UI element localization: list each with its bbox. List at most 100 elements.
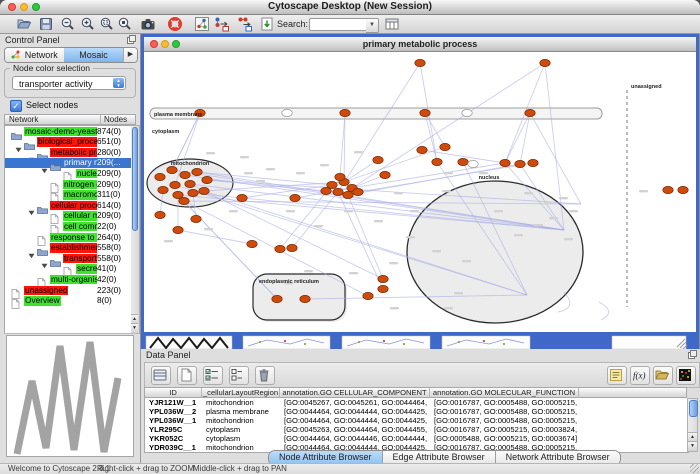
unannotated-node[interactable] <box>282 109 292 116</box>
float-panel-icon[interactable] <box>127 35 136 46</box>
layout-icon[interactable] <box>237 16 254 32</box>
import-network-icon[interactable] <box>259 16 276 32</box>
node[interactable] <box>678 186 688 193</box>
notes-icon[interactable] <box>607 366 627 385</box>
zoom-selected-icon[interactable] <box>117 16 134 32</box>
unannotated-node[interactable] <box>468 160 478 167</box>
zoom-out-icon[interactable] <box>60 16 77 32</box>
column-header[interactable]: annotation.GO CELLULAR_COMPONENT <box>280 388 430 398</box>
node[interactable] <box>192 168 202 175</box>
node[interactable] <box>247 240 257 247</box>
node[interactable] <box>155 211 165 218</box>
save-icon[interactable] <box>38 16 55 32</box>
scroll-down-icon[interactable]: ▼ <box>688 441 697 451</box>
table-row[interactable]: YPL036W__2plasma membrane[GO:0044464, GO… <box>145 407 688 416</box>
tab-network[interactable]: Network <box>5 48 64 62</box>
tree-row[interactable]: cell communicat22(0) <box>5 221 132 232</box>
node[interactable] <box>333 188 343 195</box>
tree-row[interactable]: primary metabo209(... <box>5 158 132 169</box>
node[interactable] <box>525 109 535 116</box>
help-icon[interactable] <box>167 16 184 32</box>
scroll-down-icon[interactable]: ▼ <box>131 323 138 333</box>
tree-row[interactable]: secretion41(0) <box>5 264 132 275</box>
node[interactable] <box>378 285 388 292</box>
search-dropdown-icon[interactable]: ▼ <box>366 18 379 33</box>
select-nodes-checkbox[interactable]: ✓ <box>10 100 22 112</box>
import-attributes-icon[interactable] <box>653 366 673 385</box>
node-color-combobox[interactable]: transporter activity ▲▼ <box>12 76 126 90</box>
node[interactable] <box>500 159 510 166</box>
tree-scrollbar-thumb[interactable] <box>132 127 138 231</box>
vizmap-icon[interactable] <box>214 16 231 32</box>
node[interactable] <box>191 215 201 222</box>
node[interactable] <box>321 187 331 194</box>
snapshot-icon[interactable] <box>140 16 157 32</box>
node[interactable] <box>373 156 383 163</box>
node[interactable] <box>340 109 350 116</box>
table-scrollbar-thumb[interactable] <box>689 400 698 417</box>
node[interactable] <box>335 173 345 180</box>
network-view-frame[interactable]: primary metabolic process plasma membran… <box>141 34 699 335</box>
node[interactable] <box>202 176 212 183</box>
select-attributes-icon[interactable] <box>203 366 223 385</box>
edge[interactable] <box>344 160 378 182</box>
node[interactable] <box>167 166 177 173</box>
edge[interactable] <box>505 113 530 163</box>
open-file-icon[interactable] <box>16 16 33 32</box>
tree-row[interactable]: unassigned223(0) <box>5 285 132 296</box>
background-windows-strip[interactable] <box>141 335 699 349</box>
node[interactable] <box>237 194 247 201</box>
node[interactable] <box>540 59 550 66</box>
network-canvas[interactable]: plasma membranecytoplasmmitochondrionnuc… <box>144 52 696 329</box>
node[interactable] <box>380 171 390 178</box>
birds-eye-view[interactable] <box>6 335 134 457</box>
tree-row[interactable]: response to stimulu264(0) <box>5 232 132 243</box>
table-row[interactable]: YLR295Ccytoplasm[GO:0045263, GO:0044464,… <box>145 425 688 434</box>
tree-row[interactable]: Overview8(0) <box>5 296 132 307</box>
unannotated-node[interactable] <box>462 109 472 116</box>
tree-row[interactable]: nucleobase-209(0) <box>5 168 132 179</box>
resize-grip[interactable] <box>690 464 699 473</box>
node[interactable] <box>272 295 282 302</box>
delete-attribute-icon[interactable] <box>255 366 275 385</box>
table-row[interactable]: YJR121W__1mitochondrion[GO:0045267, GO:0… <box>145 398 688 407</box>
new-attribute-icon[interactable] <box>177 366 197 385</box>
column-network[interactable]: Network <box>9 115 38 125</box>
tree-row[interactable]: macromolecule311(0) <box>5 190 132 201</box>
tab-overflow-arrow-icon[interactable]: ▶ <box>123 48 137 62</box>
search-input[interactable] <box>309 18 367 31</box>
node[interactable] <box>528 159 538 166</box>
node[interactable] <box>199 187 209 194</box>
column-header[interactable]: _cellularLayoutRegion <box>202 388 280 398</box>
node[interactable] <box>300 295 310 302</box>
tree-row[interactable]: nitrogen compo209(0) <box>5 179 132 190</box>
edge[interactable] <box>338 63 420 192</box>
node[interactable] <box>363 292 373 299</box>
tree-row[interactable]: metabolic process280(0) <box>5 147 132 158</box>
node[interactable] <box>432 158 442 165</box>
float-panel-icon[interactable] <box>688 350 697 361</box>
column-nodes[interactable]: Nodes <box>100 115 127 125</box>
network-view-titlebar[interactable]: primary metabolic process <box>144 37 696 52</box>
node[interactable] <box>420 109 430 116</box>
node[interactable] <box>440 143 450 150</box>
tree-row[interactable]: cellular process614(0) <box>5 200 132 211</box>
column-header[interactable]: annotation.GO MOLECULAR_FUNCTION <box>430 388 579 398</box>
edge[interactable] <box>348 195 383 279</box>
import-table-icon[interactable] <box>384 16 401 32</box>
node[interactable] <box>185 180 195 187</box>
zoom-fit-icon[interactable] <box>99 16 116 32</box>
table-scrollbar[interactable]: ▲ ▼ <box>687 398 698 452</box>
node[interactable] <box>155 173 165 180</box>
tab-mosaic[interactable]: Mosaic <box>64 48 123 62</box>
node[interactable] <box>353 188 363 195</box>
tree-row[interactable]: transport558(0) <box>5 253 132 264</box>
node[interactable] <box>287 244 297 251</box>
tree-row[interactable]: multi-organism pro42(0) <box>5 274 132 285</box>
unselect-attributes-icon[interactable] <box>229 366 249 385</box>
node[interactable] <box>158 186 168 193</box>
node[interactable] <box>343 191 353 198</box>
tree-row[interactable]: cellular metabol209(0) <box>5 211 132 222</box>
network-view-icon[interactable] <box>194 16 211 32</box>
tree-row[interactable]: biological_process651(0) <box>5 137 132 148</box>
